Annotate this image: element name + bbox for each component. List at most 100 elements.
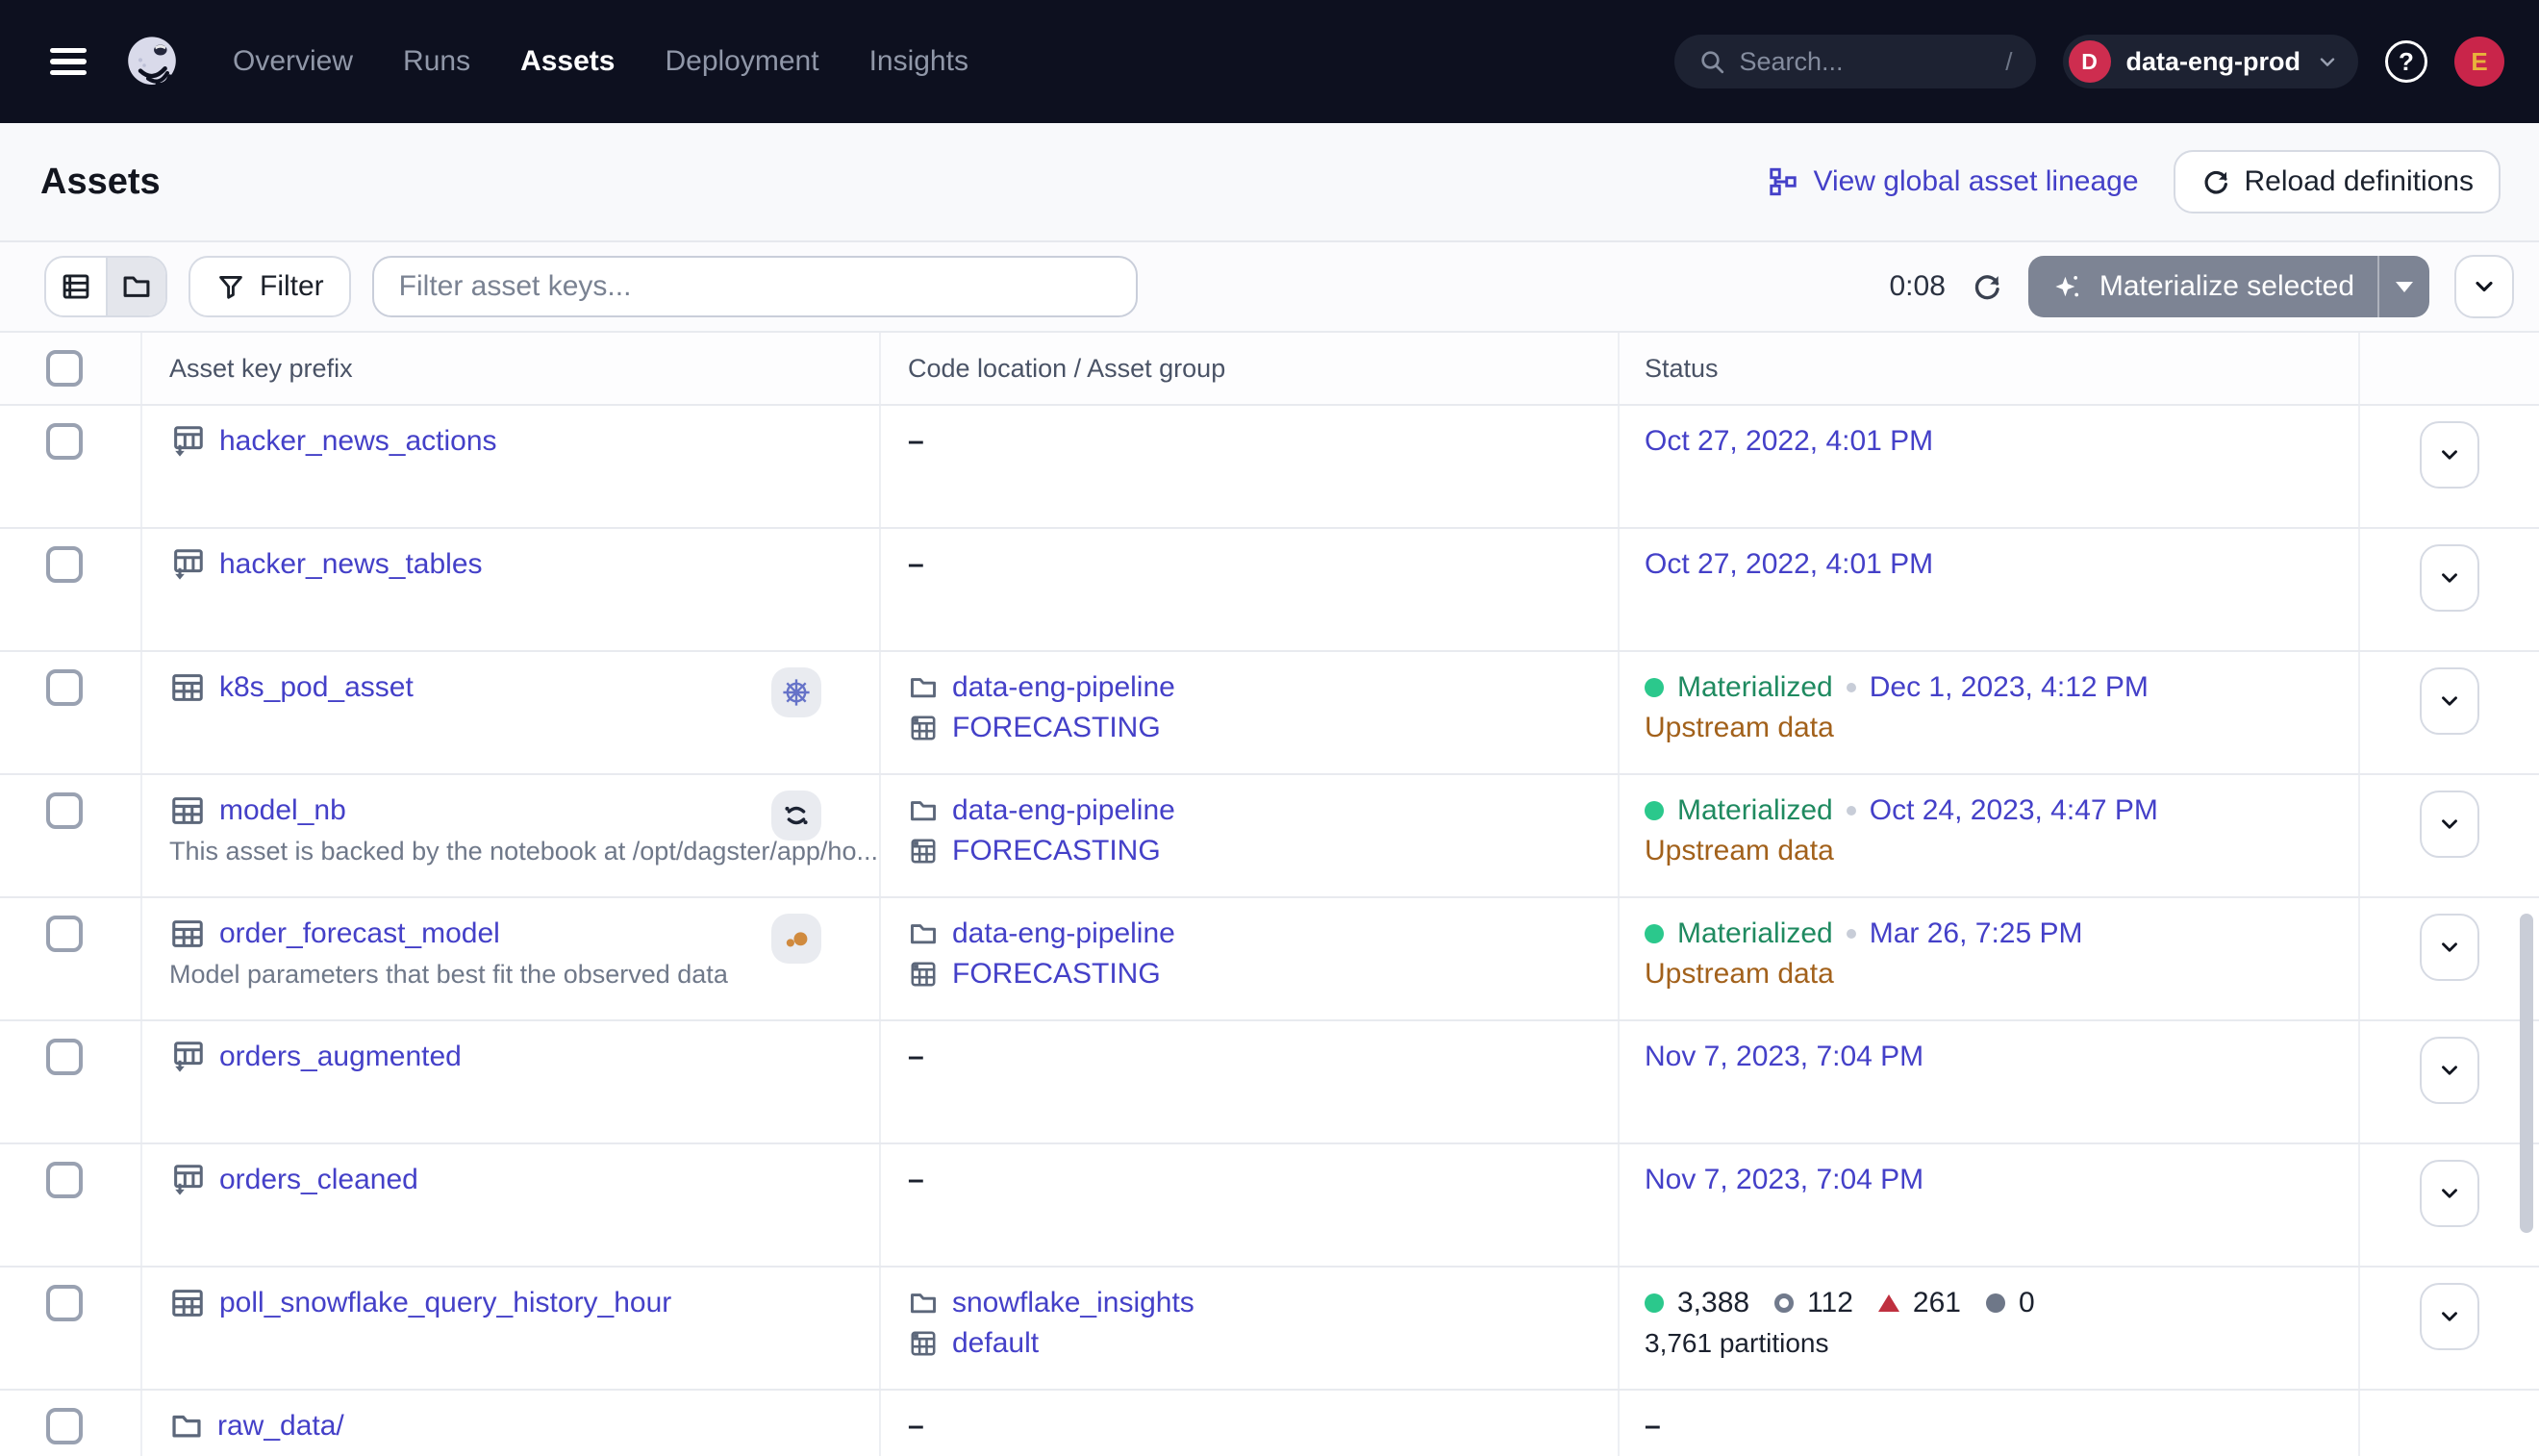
row-checkbox[interactable] <box>46 669 83 706</box>
refresh-icon[interactable] <box>1971 270 2003 303</box>
refresh-timer: 0:08 <box>1889 270 1945 303</box>
row-checkbox[interactable] <box>46 546 83 583</box>
asset-group-icon <box>908 713 939 743</box>
asset-folder-link[interactable]: raw_data/ <box>217 1410 344 1443</box>
view-global-asset-lineage-link[interactable]: View global asset lineage <box>1767 165 2138 198</box>
funnel-icon <box>215 271 246 302</box>
table-row: raw_data/ – – <box>0 1391 2539 1456</box>
separator-dot <box>1847 806 1856 816</box>
vertical-scrollbar-thumb[interactable] <box>2520 914 2533 1233</box>
materialization-date-link[interactable]: Oct 27, 2022, 4:01 PM <box>1645 425 1933 458</box>
asset-table-arrow-icon <box>169 1162 206 1198</box>
code-location-link[interactable]: snowflake_insights <box>952 1287 1194 1319</box>
code-location-link[interactable]: data-eng-pipeline <box>952 794 1175 827</box>
noteable-icon <box>771 914 821 964</box>
materialized-status-dot <box>1645 678 1664 697</box>
materialization-date-link[interactable]: Nov 7, 2023, 7:04 PM <box>1645 1041 1923 1073</box>
materialization-date-link[interactable]: Oct 24, 2023, 4:47 PM <box>1870 794 2158 827</box>
kubernetes-icon <box>771 667 821 717</box>
asset-group-link[interactable]: FORECASTING <box>952 835 1161 867</box>
asset-name-link[interactable]: poll_snowflake_query_history_hour <box>219 1287 671 1319</box>
folder-icon <box>908 918 939 949</box>
asset-name-link[interactable]: order_forecast_model <box>219 917 500 950</box>
top-navbar: Overview Runs Assets Deployment Insights… <box>0 0 2539 123</box>
asset-table-icon <box>169 916 206 952</box>
asset-group-link[interactable]: FORECASTING <box>952 958 1161 991</box>
asset-description: Model parameters that best fit the obser… <box>169 954 879 994</box>
user-avatar[interactable]: E <box>2454 37 2504 87</box>
code-location-link[interactable]: data-eng-pipeline <box>952 917 1175 950</box>
expand-row-button[interactable] <box>2420 421 2479 489</box>
hamburger-menu-icon[interactable] <box>50 48 87 75</box>
nav-item-runs[interactable]: Runs <box>403 45 470 78</box>
select-all-checkbox[interactable] <box>46 350 83 387</box>
filter-button[interactable]: Filter <box>189 256 351 317</box>
partitions-failed-count: 261 <box>1913 1287 1961 1319</box>
row-checkbox[interactable] <box>46 1162 83 1198</box>
empty-value: – <box>908 425 924 458</box>
asset-name-link[interactable]: model_nb <box>219 794 346 827</box>
table-row: k8s_pod_asset data-eng-pipeline FORECAST… <box>0 652 2539 775</box>
expand-row-button[interactable] <box>2420 544 2479 612</box>
separator-dot <box>1847 929 1856 939</box>
expand-row-button[interactable] <box>2420 791 2479 858</box>
expand-row-button[interactable] <box>2420 1037 2479 1104</box>
search-icon <box>1697 47 1726 76</box>
asset-group-link[interactable]: FORECASTING <box>952 712 1161 744</box>
nav-item-assets[interactable]: Assets <box>520 45 615 78</box>
empty-value: – <box>908 1041 924 1073</box>
list-view-toggle[interactable] <box>46 258 106 315</box>
asset-table-arrow-icon <box>169 546 206 583</box>
asset-table-icon <box>169 792 206 829</box>
global-search[interactable]: / <box>1674 35 2036 88</box>
expand-row-button[interactable] <box>2420 1283 2479 1350</box>
asset-description: This asset is backed by the notebook at … <box>169 831 879 871</box>
help-icon[interactable]: ? <box>2385 40 2427 83</box>
filter-asset-keys-input[interactable] <box>372 256 1138 317</box>
row-checkbox[interactable] <box>46 1285 83 1321</box>
asset-name-link[interactable]: orders_augmented <box>219 1041 462 1073</box>
row-checkbox[interactable] <box>46 1039 83 1075</box>
row-checkbox[interactable] <box>46 1408 83 1444</box>
expand-row-button[interactable] <box>2420 914 2479 981</box>
nav-item-overview[interactable]: Overview <box>233 45 353 78</box>
partitions-failed-triangle-icon <box>1878 1294 1899 1312</box>
row-checkbox[interactable] <box>46 423 83 460</box>
notebook-icon <box>771 791 821 841</box>
bulk-actions-chevron-button[interactable] <box>2454 255 2514 318</box>
table-row: model_nb This asset is backed by the not… <box>0 775 2539 898</box>
code-location-link[interactable]: data-eng-pipeline <box>952 671 1175 704</box>
materialize-dropdown-toggle[interactable] <box>2377 256 2429 317</box>
row-checkbox[interactable] <box>46 916 83 952</box>
search-input[interactable] <box>1740 47 1993 77</box>
dagster-logo-icon[interactable] <box>121 31 183 92</box>
asset-group-icon <box>908 959 939 990</box>
workspace-switcher[interactable]: D data-eng-prod <box>2063 35 2359 88</box>
reload-definitions-button[interactable]: Reload definitions <box>2174 150 2501 213</box>
folder-icon <box>908 1288 939 1318</box>
materialization-date-link[interactable]: Oct 27, 2022, 4:01 PM <box>1645 548 1933 581</box>
asset-name-link[interactable]: k8s_pod_asset <box>219 671 414 704</box>
row-checkbox[interactable] <box>46 792 83 829</box>
materialize-selected-button[interactable]: Materialize selected <box>2028 256 2429 317</box>
expand-row-button[interactable] <box>2420 667 2479 735</box>
materialization-date-link[interactable]: Nov 7, 2023, 7:04 PM <box>1645 1164 1923 1196</box>
materialization-date-link[interactable]: Dec 1, 2023, 4:12 PM <box>1870 671 2149 704</box>
materialized-status-dot <box>1645 801 1664 820</box>
asset-group-link[interactable]: default <box>952 1327 1039 1360</box>
nav-item-deployment[interactable]: Deployment <box>665 45 818 78</box>
materialized-label: Materialized <box>1677 917 1833 950</box>
nav-item-insights[interactable]: Insights <box>869 45 968 78</box>
folder-icon <box>908 672 939 703</box>
asset-name-link[interactable]: orders_cleaned <box>219 1164 418 1196</box>
expand-row-button[interactable] <box>2420 1160 2479 1227</box>
assets-toolbar: Filter 0:08 Materialize selected <box>0 242 2539 331</box>
asset-name-link[interactable]: hacker_news_tables <box>219 548 483 581</box>
materialization-date-link[interactable]: Mar 26, 7:25 PM <box>1870 917 2083 950</box>
folder-view-toggle[interactable] <box>106 258 165 315</box>
partitions-total-label: 3,761 partitions <box>1645 1323 1828 1364</box>
asset-name-link[interactable]: hacker_news_actions <box>219 425 497 458</box>
page-header: Assets View global asset lineage Reload … <box>0 123 2539 242</box>
folder-icon <box>169 1409 204 1443</box>
asset-group-icon <box>908 836 939 866</box>
